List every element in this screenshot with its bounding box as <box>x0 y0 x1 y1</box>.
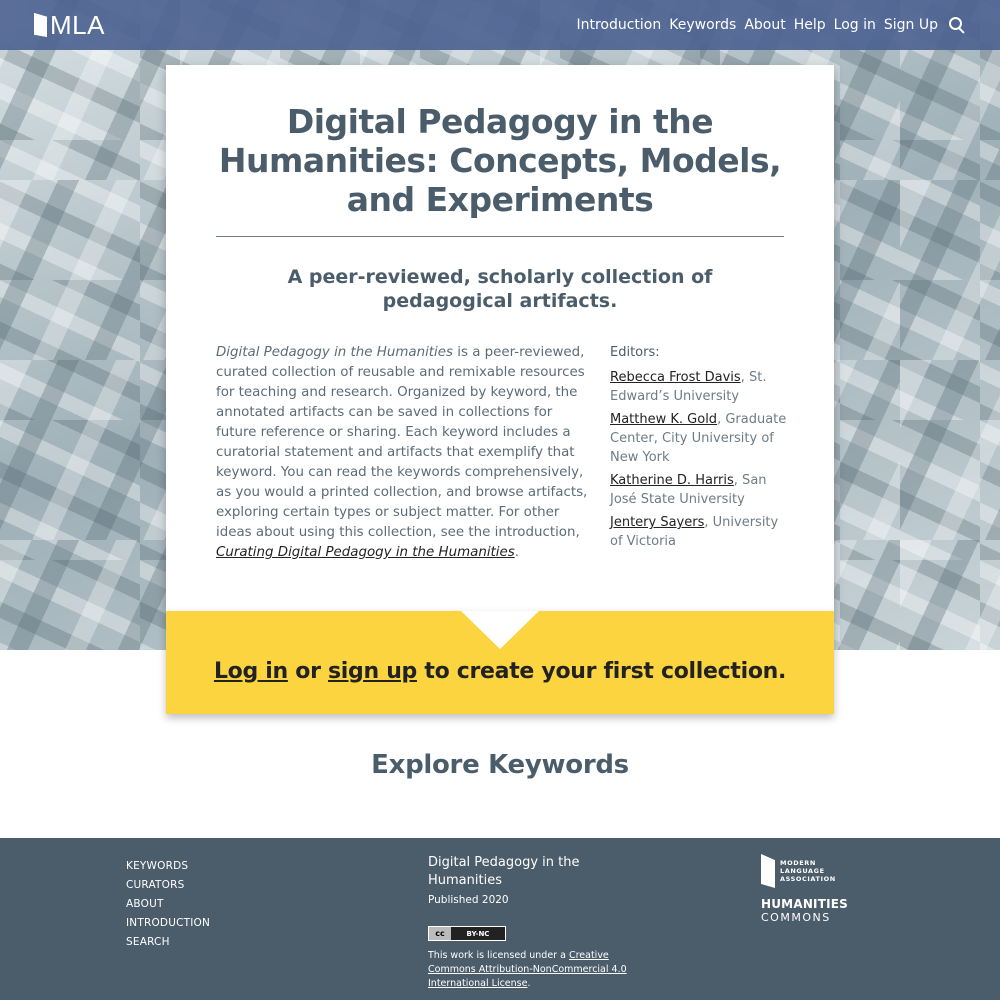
hc-logo-bottom: COMMONS <box>761 911 831 924</box>
mla-logo-words: MODERN LANGUAGE ASSOCIATION <box>780 859 836 883</box>
footer-nav: KEYWORDS CURATORS ABOUT INTRODUCTION SEA… <box>126 857 210 952</box>
callout-signup-link[interactable]: sign up <box>328 659 417 684</box>
license-text: This work is licensed under a Creative C… <box>428 949 648 991</box>
license-prefix: This work is licensed under a <box>428 950 569 961</box>
site-header: MLA Introduction Keywords About Help Log… <box>0 0 1000 50</box>
intro-card: Digital Pedagogy in the Humanities: Conc… <box>166 65 834 611</box>
callout-rest: to create your first collection. <box>417 659 787 684</box>
editor-item: Jentery Sayers, University of Victoria <box>610 513 790 551</box>
intro-body: is a peer-reviewed, curated collection o… <box>216 345 588 540</box>
nav-sign-up[interactable]: Sign Up <box>884 17 938 33</box>
editor-link[interactable]: Katherine D. Harris <box>610 473 734 488</box>
cc-license-badge[interactable]: cc BY-NC <box>428 926 506 941</box>
footer-published: Published 2020 <box>428 894 509 906</box>
callout-text: Log in or sign up to create your first c… <box>166 659 834 684</box>
footer-link-search[interactable]: SEARCH <box>126 933 210 952</box>
editor-link[interactable]: Matthew K. Gold <box>610 412 717 427</box>
intro-end: . <box>514 545 519 560</box>
editors-heading: Editors: <box>610 345 660 360</box>
hc-logo-top: HUMANITIES <box>761 897 849 911</box>
nav-help[interactable]: Help <box>794 17 826 33</box>
book-logo-icon <box>34 13 47 37</box>
footer-link-keywords[interactable]: KEYWORDS <box>126 857 210 876</box>
editor-link[interactable]: Rebecca Frost Davis <box>610 370 741 385</box>
editor-item: Rebecca Frost Davis, St. Edward’s Univer… <box>610 368 790 406</box>
footer-logos: MODERN LANGUAGE ASSOCIATION HUMANITIES C… <box>761 854 851 924</box>
footer-link-curators[interactable]: CURATORS <box>126 876 210 895</box>
nav-keywords[interactable]: Keywords <box>669 17 736 33</box>
page-title: Digital Pedagogy in the Humanities: Conc… <box>218 102 782 219</box>
mla-logo-link[interactable]: MLA <box>34 10 105 41</box>
title-divider <box>216 236 784 237</box>
editor-item: Katherine D. Harris, San José State Univ… <box>610 471 790 509</box>
editor-item: Matthew K. Gold, Graduate Center, City U… <box>610 410 790 467</box>
mla-footer-logo[interactable]: MODERN LANGUAGE ASSOCIATION <box>761 854 851 888</box>
footer-link-introduction[interactable]: INTRODUCTION <box>126 914 210 933</box>
license-end: . <box>527 978 531 989</box>
intro-lead: Digital Pedagogy in the Humanities <box>216 345 453 360</box>
explore-keywords-heading: Explore Keywords <box>371 750 629 780</box>
callout-login-link[interactable]: Log in <box>214 659 288 684</box>
cc-icon: cc <box>429 927 451 940</box>
search-icon[interactable] <box>948 16 966 34</box>
callout-notch <box>461 611 539 649</box>
nav-log-in[interactable]: Log in <box>834 17 876 33</box>
footer-site-name: Digital Pedagogy in the Humanities <box>428 855 580 888</box>
intro-link[interactable]: Curating Digital Pedagogy in the Humanit… <box>216 545 515 560</box>
site-footer: KEYWORDS CURATORS ABOUT INTRODUCTION SEA… <box>0 838 1000 1000</box>
main-nav: Introduction Keywords About Help Log in … <box>576 16 966 34</box>
cc-by-nc-label: BY-NC <box>466 929 490 938</box>
nav-about[interactable]: About <box>744 17 785 33</box>
callout-or: or <box>287 659 328 684</box>
mla-book-icon <box>761 854 775 888</box>
footer-info: Digital Pedagogy in the Humanities Publi… <box>428 854 648 991</box>
intro-paragraph: Digital Pedagogy in the Humanities is a … <box>216 343 588 563</box>
page-subtitle: A peer-reviewed, scholarly collection of… <box>287 266 713 312</box>
footer-link-about[interactable]: ABOUT <box>126 895 210 914</box>
nav-introduction[interactable]: Introduction <box>576 17 661 33</box>
humanities-commons-logo[interactable]: HUMANITIES COMMONS <box>761 897 851 925</box>
editor-link[interactable]: Jentery Sayers <box>610 515 704 530</box>
logo-text: MLA <box>50 9 105 40</box>
editors-list: Editors: Rebecca Frost Davis, St. Edward… <box>610 343 790 555</box>
signup-callout: Log in or sign up to create your first c… <box>166 611 834 714</box>
